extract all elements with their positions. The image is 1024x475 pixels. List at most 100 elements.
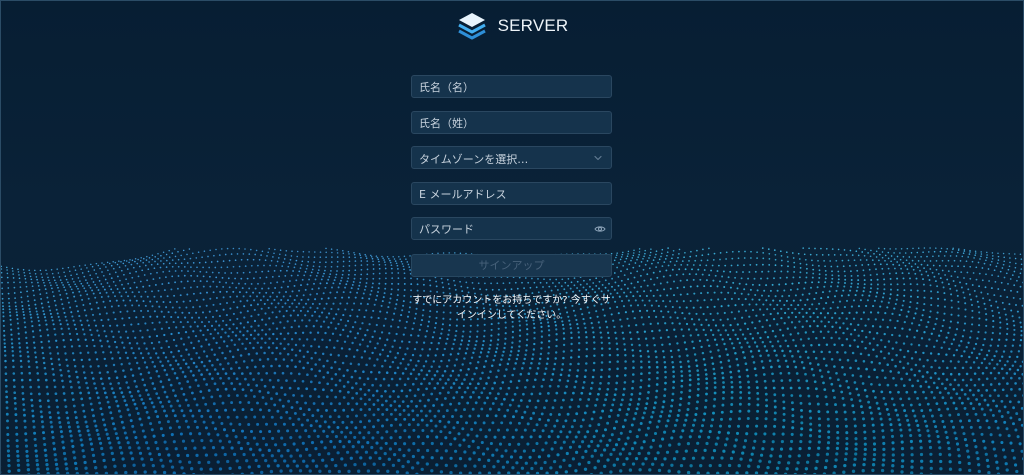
wave-dot bbox=[570, 349, 573, 352]
wave-dot bbox=[660, 252, 663, 255]
wave-dot bbox=[809, 416, 813, 420]
wave-dot bbox=[348, 265, 351, 267]
wave-dot bbox=[23, 317, 26, 320]
wave-dot bbox=[540, 341, 543, 344]
wave-dot bbox=[235, 286, 238, 289]
wave-dot bbox=[165, 266, 168, 268]
wave-dot bbox=[16, 322, 19, 325]
wave-dot bbox=[612, 398, 616, 402]
wave-dot bbox=[977, 366, 980, 370]
wave-dot bbox=[791, 420, 795, 424]
wave-dot bbox=[384, 389, 387, 393]
wave-dot bbox=[863, 388, 867, 392]
wave-dot bbox=[555, 333, 558, 336]
wave-dot bbox=[649, 289, 652, 292]
wave-dot bbox=[869, 311, 873, 314]
wave-dot bbox=[312, 402, 316, 405]
wave-dot bbox=[707, 324, 710, 327]
wave-dot bbox=[1002, 252, 1005, 255]
wave-dot bbox=[973, 383, 977, 387]
wave-dot bbox=[290, 359, 294, 362]
wave-dot bbox=[380, 331, 384, 334]
wave-dot bbox=[257, 372, 260, 375]
wave-dot bbox=[67, 425, 71, 429]
wave-dot bbox=[373, 330, 376, 333]
wave-dot bbox=[165, 306, 168, 309]
wave-dot bbox=[693, 418, 697, 422]
wave-dot bbox=[174, 359, 178, 363]
wave-dot bbox=[121, 317, 124, 320]
wave-dot bbox=[976, 300, 979, 303]
wave-dot bbox=[90, 308, 93, 311]
wave-dot bbox=[943, 312, 946, 315]
wave-dot bbox=[703, 285, 706, 288]
wave-dot bbox=[152, 405, 156, 409]
wave-dot bbox=[791, 282, 794, 285]
wave-dot bbox=[173, 294, 176, 297]
wave-dot bbox=[415, 341, 418, 344]
wave-dot bbox=[210, 348, 214, 351]
wave-dot bbox=[822, 381, 825, 385]
wave-dot bbox=[282, 358, 286, 361]
wave-dot bbox=[896, 294, 899, 297]
wave-dot bbox=[650, 304, 653, 307]
wave-dot bbox=[238, 338, 241, 341]
wave-dot bbox=[768, 258, 771, 260]
wave-dot bbox=[409, 334, 413, 337]
wave-dot bbox=[224, 387, 228, 391]
wave-dot bbox=[509, 380, 513, 383]
wave-dot bbox=[476, 324, 479, 327]
wave-dot bbox=[699, 278, 702, 281]
wave-dot bbox=[117, 304, 120, 307]
wave-dot bbox=[137, 323, 140, 326]
wave-dot bbox=[700, 259, 703, 262]
wave-dot bbox=[417, 373, 421, 376]
wave-dot bbox=[82, 328, 85, 331]
wave-dot bbox=[69, 270, 71, 273]
wave-dot bbox=[922, 278, 924, 281]
wave-dot bbox=[624, 366, 627, 370]
wave-dot bbox=[786, 270, 789, 273]
wave-dot bbox=[318, 265, 321, 268]
wave-dot bbox=[693, 292, 696, 295]
wave-dot bbox=[85, 279, 87, 281]
wave-dot bbox=[804, 258, 807, 261]
wave-dot bbox=[536, 399, 540, 403]
wave-dot bbox=[755, 380, 759, 384]
wave-dot bbox=[951, 251, 953, 253]
wave-dot bbox=[644, 263, 647, 266]
wave-dot bbox=[655, 389, 659, 393]
wave-dot bbox=[793, 261, 796, 264]
wave-dot bbox=[397, 288, 400, 291]
wave-dot bbox=[746, 341, 749, 344]
wave-dot bbox=[170, 351, 173, 354]
wave-dot bbox=[270, 302, 273, 305]
wave-dot bbox=[568, 368, 572, 372]
wave-dot bbox=[955, 348, 958, 352]
wave-dot bbox=[742, 350, 745, 354]
wave-dot bbox=[494, 397, 498, 400]
wave-dot bbox=[736, 264, 739, 267]
wave-dot bbox=[856, 345, 860, 349]
wave-dot bbox=[491, 421, 495, 425]
wave-dot bbox=[136, 389, 140, 393]
wave-dot bbox=[366, 273, 369, 276]
wave-dot bbox=[671, 268, 674, 271]
wave-dot bbox=[482, 421, 486, 425]
wave-dot bbox=[141, 378, 145, 382]
wave-dot bbox=[833, 254, 836, 256]
wave-dot bbox=[51, 287, 53, 290]
wave-dot bbox=[11, 354, 15, 357]
wave-dot bbox=[745, 368, 749, 372]
wave-dot bbox=[90, 277, 93, 280]
wave-dot bbox=[180, 354, 183, 358]
wave-dot bbox=[929, 268, 932, 270]
wave-dot bbox=[578, 342, 581, 345]
wave-dot bbox=[338, 367, 341, 371]
wave-dot bbox=[186, 425, 190, 429]
wave-dot bbox=[268, 429, 272, 434]
wave-dot bbox=[116, 324, 119, 327]
wave-dot bbox=[664, 322, 667, 325]
wave-dot bbox=[114, 261, 117, 264]
wave-dot bbox=[730, 396, 734, 400]
